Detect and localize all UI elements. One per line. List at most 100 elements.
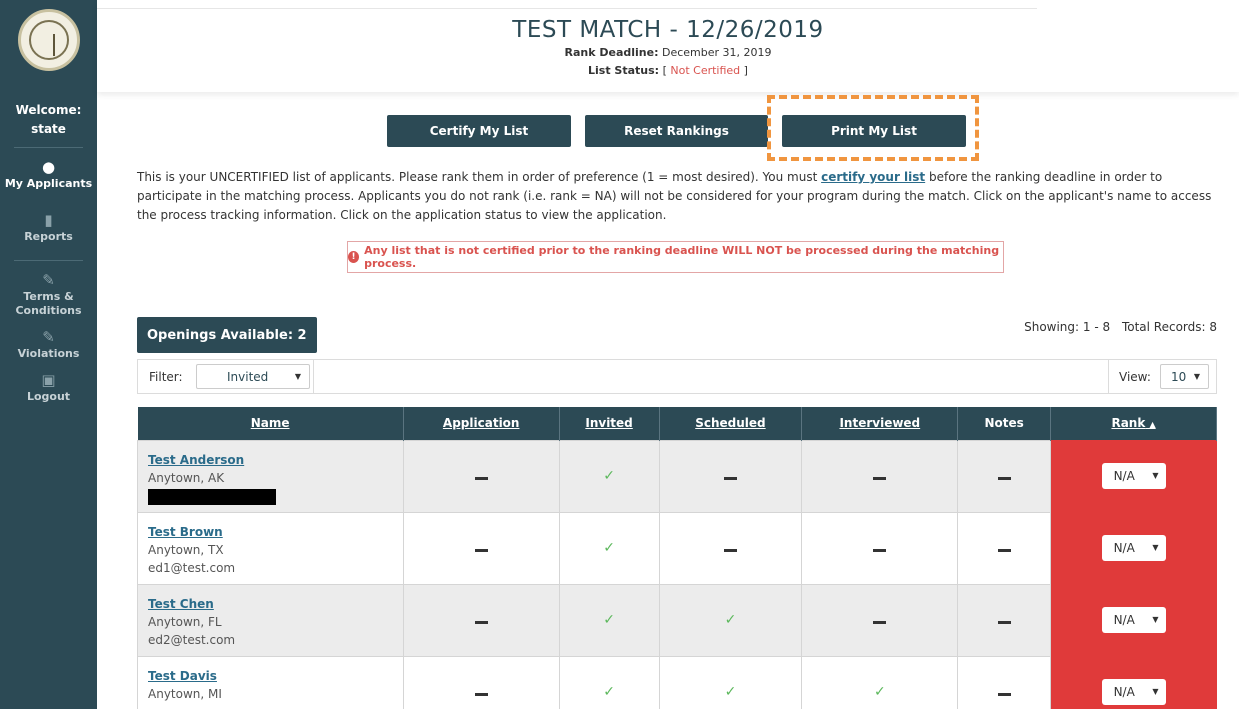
rank-select[interactable]: N/A ▼ bbox=[1101, 607, 1166, 633]
rank-cell: N/A ▼ bbox=[1050, 655, 1217, 709]
nav-my-applicants[interactable]: ● My Applicants bbox=[0, 148, 97, 191]
column-header-scheduled[interactable]: Scheduled bbox=[659, 407, 803, 440]
table-header-row: Name Application Invited Scheduled Inter… bbox=[137, 407, 1217, 440]
dash-icon bbox=[873, 477, 887, 480]
view-label: View: bbox=[1119, 370, 1151, 384]
notes-cell bbox=[957, 439, 1052, 513]
invited-cell: ✓ bbox=[558, 511, 660, 585]
instructions: This is your UNCERTIFIED list of applica… bbox=[137, 168, 1217, 225]
rank-cell: N/A ▼ bbox=[1050, 583, 1217, 657]
notes-cell bbox=[957, 511, 1052, 585]
deadline-value: December 31, 2019 bbox=[661, 46, 772, 59]
logo-emblem-icon bbox=[28, 20, 69, 60]
showing-range: Showing: 1 - 8 bbox=[1024, 320, 1111, 334]
column-header-notes: Notes bbox=[957, 407, 1052, 440]
exclamation-icon: ! bbox=[348, 251, 360, 263]
rank-header-label: Rank bbox=[1111, 416, 1146, 431]
status-label: List Status: bbox=[588, 64, 660, 77]
chevron-down-icon: ▼ bbox=[1152, 543, 1159, 552]
chevron-down-icon: ▼ bbox=[1193, 372, 1200, 381]
filter-label: Filter: bbox=[149, 370, 183, 384]
applicant-name-link[interactable]: Test Anderson bbox=[148, 451, 393, 469]
column-header-application[interactable]: Application bbox=[403, 407, 560, 440]
rank-select[interactable]: N/A ▼ bbox=[1101, 679, 1166, 705]
edit-icon: ✎ bbox=[42, 328, 55, 346]
view-select[interactable]: 10 ▼ bbox=[1160, 364, 1209, 389]
nav-violations[interactable]: ✎ Violations bbox=[0, 318, 97, 361]
user-icon: ● bbox=[41, 158, 56, 176]
applicant-name-link[interactable]: Test Chen bbox=[148, 595, 393, 613]
deadline-alert: ! Any list that is not certified prior t… bbox=[347, 241, 1004, 273]
rank-value: N/A bbox=[1113, 685, 1135, 699]
scheduled-cell: ✓ bbox=[658, 583, 803, 657]
scheduled-cell bbox=[658, 439, 803, 513]
certify-button[interactable]: Certify My List bbox=[387, 115, 571, 147]
reset-rankings-button[interactable]: Reset Rankings bbox=[585, 115, 768, 147]
application-cell[interactable] bbox=[402, 655, 560, 709]
applicant-location: Anytown, MI bbox=[148, 686, 222, 701]
filter-select[interactable]: Invited ▼ bbox=[196, 364, 310, 389]
table-row: Test Chen Anytown, FL ed2@test.com ✓ ✓ N/A ▼ bbox=[137, 583, 1217, 657]
applicant-name-link[interactable]: Test Davis bbox=[148, 667, 393, 685]
applicant-cell: Test Davis Anytown, MI bbox=[137, 655, 404, 709]
nav-terms[interactable]: ✎ Terms & Conditions bbox=[0, 261, 97, 318]
chevron-down-icon: ▼ bbox=[294, 372, 301, 381]
dash-icon bbox=[997, 549, 1011, 552]
divider bbox=[313, 360, 314, 393]
page-header: TEST MATCH - 12/26/2019 Rank Deadline: D… bbox=[97, 0, 1239, 92]
nav-label: Logout bbox=[26, 390, 71, 403]
openings-badge: Openings Available: 2 bbox=[137, 317, 317, 353]
application-cell[interactable] bbox=[402, 439, 560, 513]
column-header-name[interactable]: Name bbox=[137, 407, 404, 440]
sidebar: Welcome: state ● My Applicants ▮ Reports… bbox=[0, 0, 97, 709]
username: state bbox=[31, 122, 66, 136]
applicant-email: ed2@test.com bbox=[148, 632, 236, 647]
rank-select[interactable]: N/A ▼ bbox=[1101, 535, 1166, 561]
nav-label: My Applicants bbox=[4, 177, 93, 190]
rank-select[interactable]: N/A ▼ bbox=[1101, 463, 1166, 489]
welcome-label: Welcome: bbox=[15, 103, 82, 117]
check-icon: ✓ bbox=[724, 684, 737, 700]
status-badge: Not Certified bbox=[670, 64, 741, 77]
clipboard-icon: ▮ bbox=[44, 211, 53, 229]
invited-cell: ✓ bbox=[558, 583, 660, 657]
nav-label: Reports bbox=[24, 230, 73, 243]
certify-link[interactable]: certify your list bbox=[821, 170, 925, 184]
interviewed-cell bbox=[801, 583, 959, 657]
application-cell[interactable] bbox=[402, 511, 560, 585]
applicant-cell: Test Chen Anytown, FL ed2@test.com bbox=[137, 583, 404, 657]
applicant-email: ed1@test.com bbox=[148, 560, 236, 575]
scheduled-cell bbox=[658, 511, 803, 585]
nav-label: Terms & Conditions bbox=[15, 290, 82, 317]
highlight-box bbox=[767, 95, 979, 161]
applicant-location: Anytown, TX bbox=[148, 542, 224, 557]
dash-icon bbox=[474, 693, 488, 696]
filter-value: Invited bbox=[227, 369, 269, 384]
dash-icon bbox=[723, 477, 737, 480]
alert-text: Any list that is not certified prior to … bbox=[364, 244, 1000, 270]
column-header-invited[interactable]: Invited bbox=[559, 407, 660, 440]
check-icon: ✓ bbox=[724, 612, 737, 628]
applicants-table: Name Application Invited Scheduled Inter… bbox=[137, 407, 1217, 709]
table-row: Test Anderson Anytown, AK ✓ N/A ▼ bbox=[137, 439, 1217, 513]
rank-value: N/A bbox=[1113, 541, 1135, 555]
nav-reports[interactable]: ▮ Reports bbox=[0, 191, 97, 244]
dash-icon bbox=[997, 621, 1011, 624]
nav-logout[interactable]: ▣ Logout bbox=[0, 361, 97, 404]
divider bbox=[97, 8, 1037, 9]
table-row: Test Davis Anytown, MI ✓ ✓ ✓ N/A ▼ bbox=[137, 655, 1217, 709]
interviewed-cell bbox=[801, 511, 959, 585]
column-header-rank[interactable]: Rank ▲ bbox=[1050, 407, 1217, 440]
check-icon: ✓ bbox=[873, 684, 886, 700]
total-records: Total Records: 8 bbox=[1121, 320, 1217, 334]
check-icon: ✓ bbox=[603, 612, 615, 628]
applicant-location: Anytown, AK bbox=[148, 470, 225, 485]
applicant-name-link[interactable]: Test Brown bbox=[148, 523, 393, 541]
logo bbox=[17, 9, 80, 71]
dash-icon bbox=[997, 477, 1011, 480]
record-count: Showing: 1 - 8 Total Records: 8 bbox=[1024, 320, 1217, 334]
application-cell[interactable] bbox=[402, 583, 560, 657]
column-header-interviewed[interactable]: Interviewed bbox=[801, 407, 959, 440]
dash-icon bbox=[997, 693, 1011, 696]
chevron-down-icon: ▼ bbox=[1152, 687, 1159, 696]
